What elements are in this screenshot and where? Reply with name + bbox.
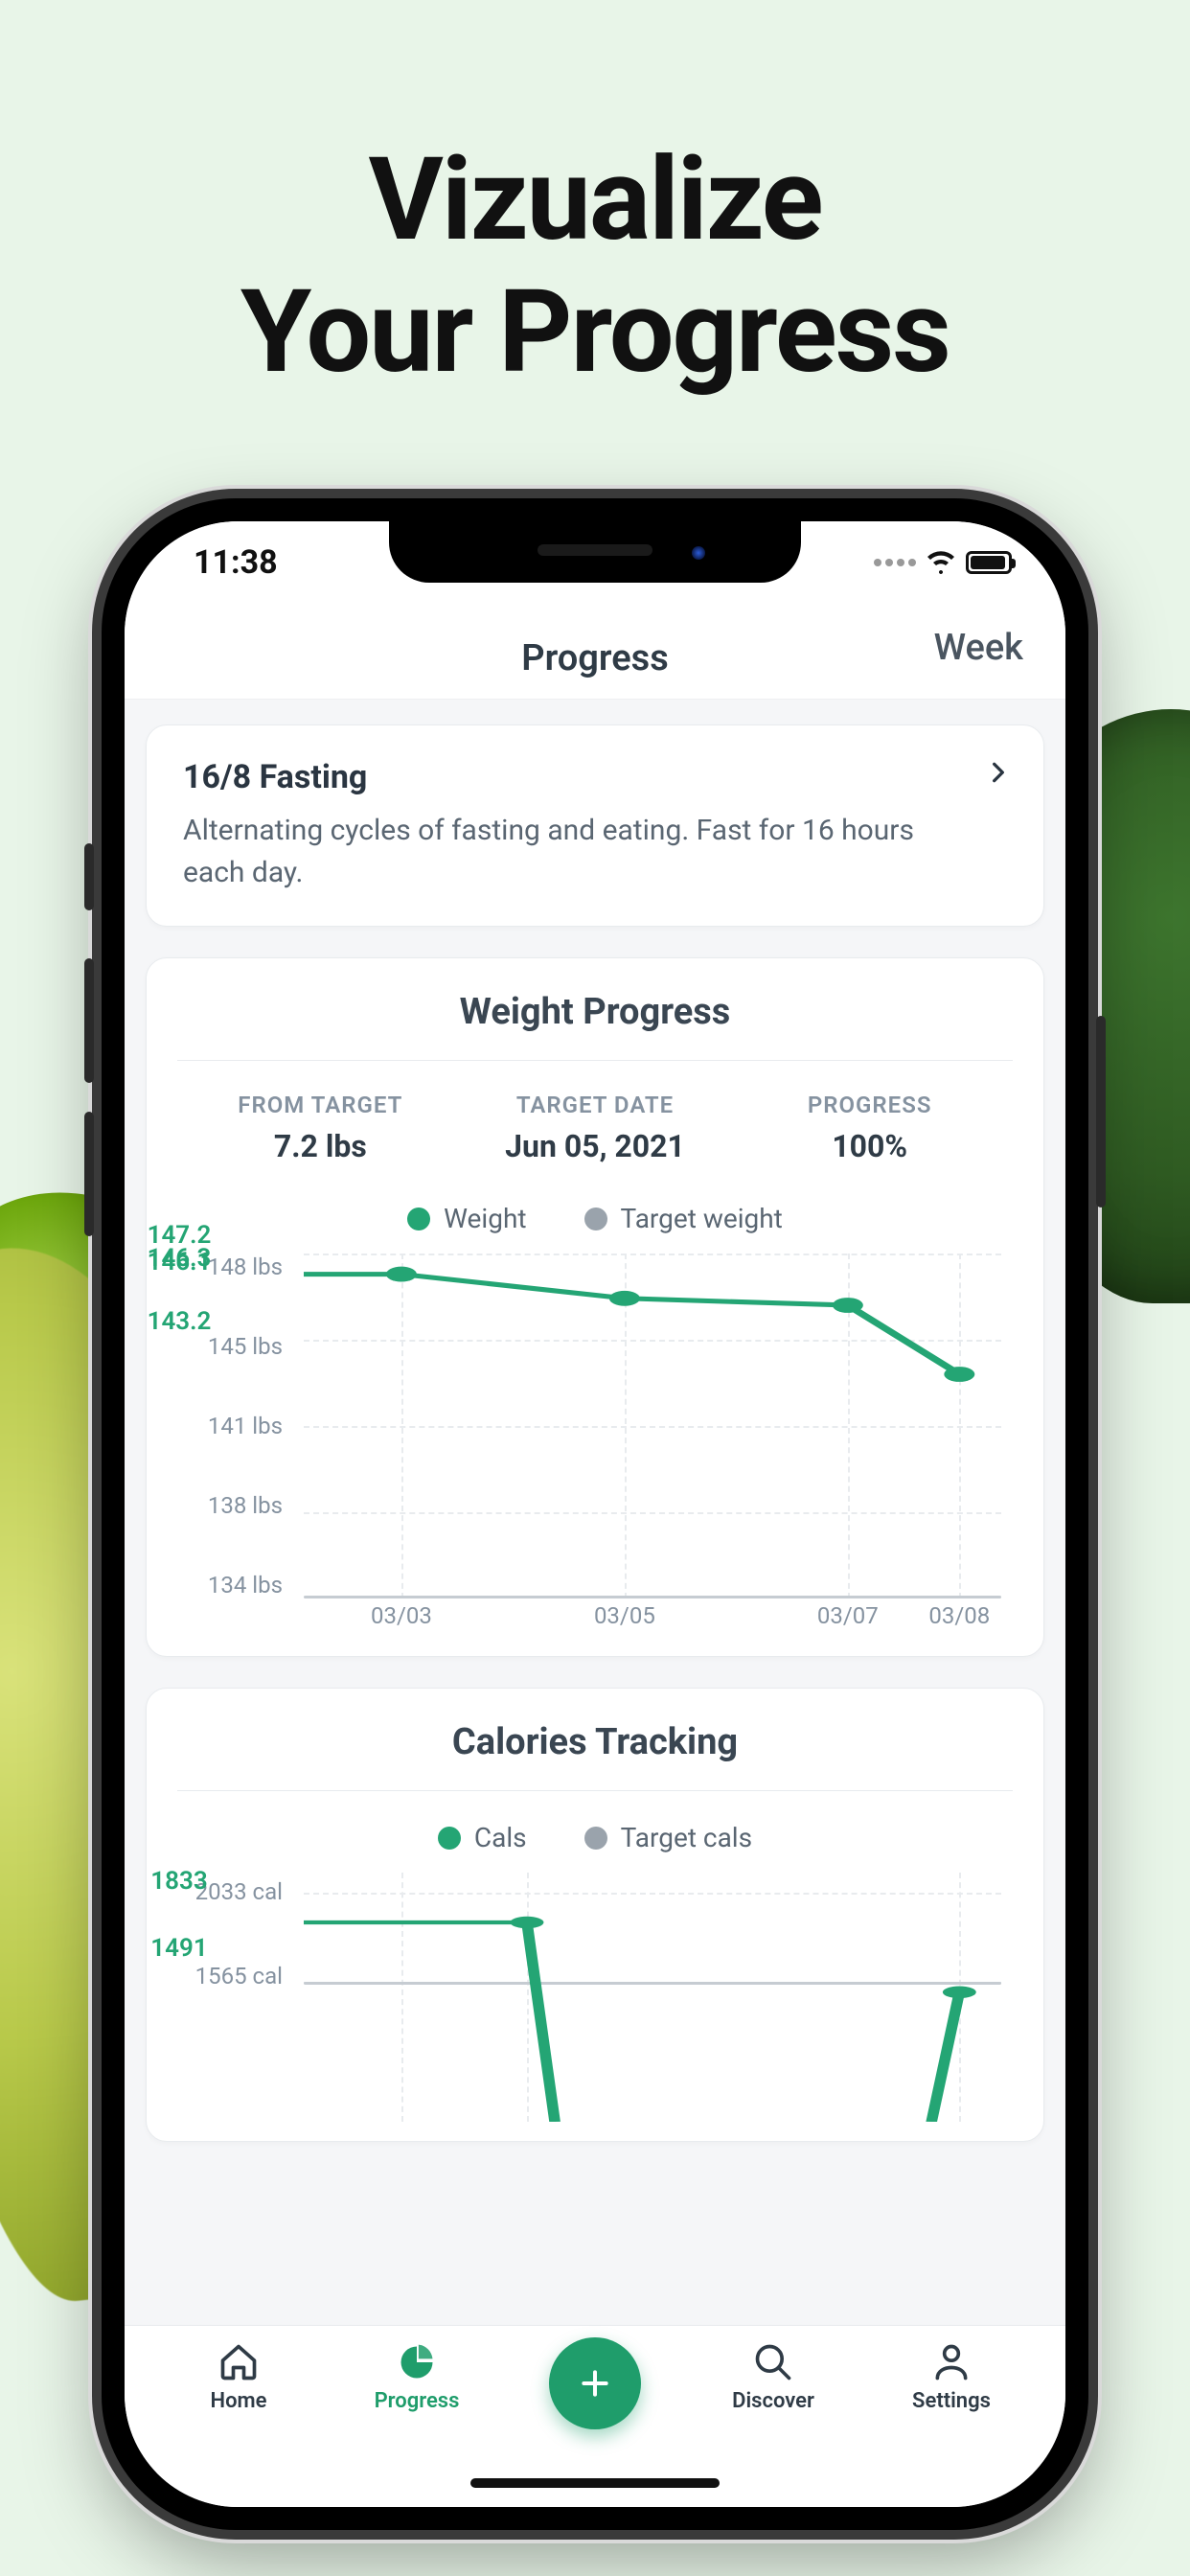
metric-label: PROGRESS [732,1092,1007,1118]
metric-value: 100% [732,1128,1007,1164]
weight-card-title: Weight Progress [173,991,1017,1060]
legend-target-weight: Target weight [584,1203,783,1234]
legend-dot-icon [584,1208,607,1230]
metric-value: Jun 05, 2021 [458,1128,733,1164]
phone-frame: 11:38 Progress Week 16/8 Fasting Alterna… [102,498,1088,2530]
weight-x-axis: 03/03 03/05 03/07 03/08 [304,1602,1001,1637]
y-tick: 1565 cal [179,1963,283,1990]
chevron-right-icon [986,760,1011,785]
tab-label: Discover [732,2389,814,2413]
weight-legend: Weight Target weight [173,1203,1017,1234]
search-icon [752,2341,794,2383]
divider [177,1060,1013,1061]
headline-line-2: Your Progress [0,266,1190,399]
metric-progress: PROGRESS 100% [732,1092,1007,1164]
legend-label: Weight [444,1203,526,1234]
cellular-dots-icon [874,559,916,566]
weight-y-axis: 148 lbs 145 lbs 141 lbs 138 lbs 134 lbs [179,1254,294,1598]
point-label: 146.1 [148,1248,212,1276]
tab-progress[interactable]: Progress [328,2341,506,2413]
tab-home[interactable]: Home [149,2341,328,2413]
status-time: 11:38 [194,543,278,582]
legend-label: Cals [474,1822,527,1853]
tab-label: Home [211,2389,267,2413]
fasting-plan-description: Alternating cycles of fasting and eating… [183,810,1007,893]
tab-add[interactable] [506,2341,684,2429]
period-selector[interactable]: Week [934,627,1023,669]
headline-line-1: Vizualize [0,134,1190,266]
point-label: 1491 [150,1934,207,1963]
phone-notch [389,521,801,583]
tab-settings[interactable]: Settings [862,2341,1041,2413]
phone-power-button [1096,1016,1106,1208]
marketing-headline: Vizualize Your Progress [0,0,1190,399]
x-tick: 03/05 [594,1602,655,1629]
metric-label: FROM TARGET [183,1092,458,1118]
legend-target-cals: Target cals [584,1822,752,1853]
page-title: Progress [521,637,669,679]
battery-icon [966,551,1012,574]
weight-line-series [304,1254,1001,1598]
legend-label: Target weight [621,1203,783,1234]
legend-weight: Weight [407,1203,526,1234]
add-button[interactable] [549,2337,641,2429]
y-tick: 134 lbs [179,1572,283,1598]
weight-progress-card: Weight Progress FROM TARGET 7.2 lbs TARG… [146,957,1044,1657]
fasting-plan-card[interactable]: 16/8 Fasting Alternating cycles of fasti… [146,724,1044,927]
home-indicator[interactable] [470,2478,720,2488]
tab-discover[interactable]: Discover [684,2341,862,2413]
calories-tracking-card: Calories Tracking Cals Target cals 2033 … [146,1688,1044,2142]
calories-y-axis: 2033 cal 1565 cal [179,1873,294,2083]
tab-label: Progress [375,2389,460,2413]
tab-bar: Home Progress Discover [125,2325,1065,2507]
x-tick: 03/07 [817,1602,879,1629]
phone-mute-switch [84,843,94,910]
scroll-content[interactable]: 16/8 Fasting Alternating cycles of fasti… [125,700,1065,2364]
legend-label: Target cals [621,1822,752,1853]
calories-chart: 2033 cal 1565 cal [179,1873,1011,2122]
legend-cals: Cals [438,1822,527,1853]
home-icon [217,2341,260,2383]
legend-dot-icon [584,1827,607,1850]
person-icon [930,2341,973,2383]
calories-card-title: Calories Tracking [173,1721,1017,1790]
point-label: 1833 [150,1867,207,1896]
y-tick: 138 lbs [179,1492,283,1519]
x-tick: 03/08 [928,1602,990,1629]
tab-label: Settings [912,2389,991,2413]
wifi-icon [926,551,956,574]
phone-volume-down [84,1112,94,1236]
weight-metrics-row: FROM TARGET 7.2 lbs TARGET DATE Jun 05, … [173,1092,1017,1164]
y-tick: 145 lbs [179,1333,283,1360]
calories-legend: Cals Target cals [173,1822,1017,1853]
plus-icon [576,2364,614,2403]
x-tick: 03/03 [371,1602,432,1629]
metric-from-target: FROM TARGET 7.2 lbs [183,1092,458,1164]
phone-volume-up [84,958,94,1083]
metric-target-date: TARGET DATE Jun 05, 2021 [458,1092,733,1164]
status-icons [874,551,1012,574]
legend-dot-icon [407,1208,430,1230]
y-tick: 141 lbs [179,1413,283,1439]
weight-chart: 148 lbs 145 lbs 141 lbs 138 lbs 134 lbs [179,1254,1011,1637]
calories-line-series [304,1873,1001,2122]
phone-screen: 11:38 Progress Week 16/8 Fasting Alterna… [125,521,1065,2507]
fasting-plan-title: 16/8 Fasting [183,758,1007,796]
legend-dot-icon [438,1827,461,1850]
point-label: 143.2 [148,1307,212,1336]
metric-label: TARGET DATE [458,1092,733,1118]
pie-chart-icon [396,2341,438,2383]
divider [177,1790,1013,1791]
metric-value: 7.2 lbs [183,1128,458,1164]
